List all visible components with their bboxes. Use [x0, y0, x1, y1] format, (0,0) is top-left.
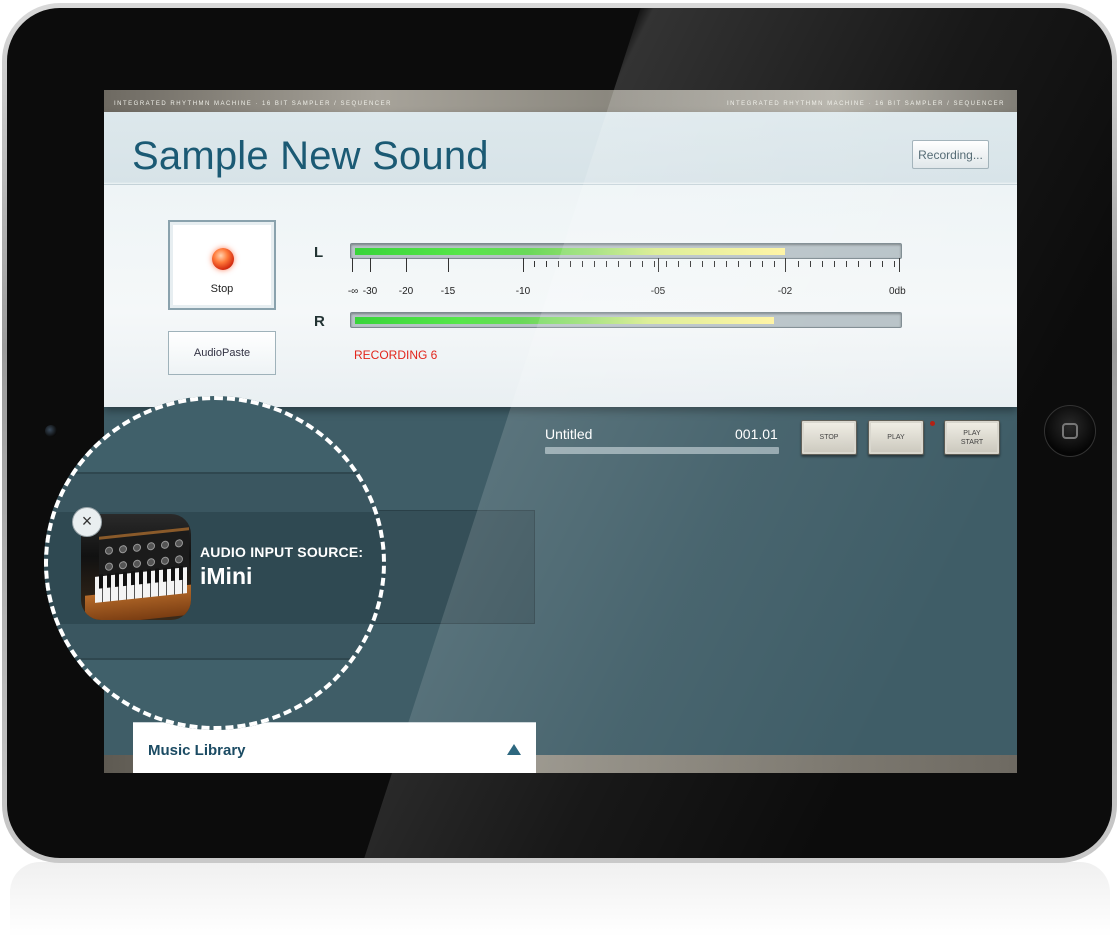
- song-progress-bar: [545, 447, 779, 454]
- transport-play-button[interactable]: PLAY: [868, 420, 924, 455]
- db-scale-minor-tick: [642, 261, 643, 267]
- song-position: 001.01: [735, 426, 778, 442]
- home-square-icon: [1062, 423, 1078, 439]
- song-title: Untitled: [545, 426, 593, 442]
- header-strip: INTEGRATED RHYTHMN MACHINE · 16 BIT SAMP…: [104, 90, 1017, 112]
- expand-up-arrow-icon[interactable]: [507, 744, 521, 755]
- music-library-label: Music Library: [148, 742, 246, 759]
- db-scale-major-tick: [785, 258, 786, 272]
- db-scale-minor-tick: [654, 261, 655, 267]
- db-scale-major-tick: [406, 258, 407, 272]
- db-scale-minor-tick: [750, 261, 751, 267]
- header-divider: [104, 184, 1017, 185]
- db-scale-minor-tick: [690, 261, 691, 267]
- db-scale-minor-tick: [534, 261, 535, 267]
- page-title: Sample New Sound: [132, 134, 489, 178]
- db-scale-minor-tick: [870, 261, 871, 267]
- db-scale-minor-tick: [714, 261, 715, 267]
- db-scale-minor-tick: [678, 261, 679, 267]
- transport-stop-button[interactable]: STOP: [801, 420, 857, 455]
- db-scale-minor-tick: [702, 261, 703, 267]
- db-scale-minor-tick: [810, 261, 811, 267]
- db-scale-label: -∞: [347, 286, 359, 297]
- home-button[interactable]: [1044, 405, 1096, 457]
- db-scale-minor-tick: [630, 261, 631, 267]
- db-scale-minor-tick: [726, 261, 727, 267]
- left-level-fill: [355, 248, 785, 255]
- magnifier-band-bottom: [44, 658, 386, 660]
- header-strip-left-text: INTEGRATED RHYTHMN MACHINE · 16 BIT SAMP…: [114, 101, 392, 107]
- play-led-icon: [930, 421, 935, 426]
- db-scale-minor-tick: [822, 261, 823, 267]
- record-led-icon: [212, 248, 234, 270]
- audiopaste-button[interactable]: AudioPaste: [168, 331, 276, 375]
- left-level-meter: [350, 243, 902, 259]
- db-scale-major-tick: [899, 258, 900, 272]
- db-scale-minor-tick: [834, 261, 835, 267]
- db-scale-major-tick: [658, 258, 659, 272]
- stop-label: Stop: [210, 283, 234, 295]
- audio-source-name: iMini: [200, 563, 253, 589]
- db-scale-minor-tick: [570, 261, 571, 267]
- header-strip-right-text: INTEGRATED RHYTHMN MACHINE · 16 BIT SAMP…: [727, 101, 1005, 107]
- db-scale-minor-tick: [858, 261, 859, 267]
- db-scale-minor-tick: [558, 261, 559, 267]
- db-scale-minor-tick: [798, 261, 799, 267]
- transport-play-start-button[interactable]: PLAY START: [944, 420, 1000, 455]
- db-scale-minor-tick: [882, 261, 883, 267]
- db-scale-minor-tick: [774, 261, 775, 267]
- db-scale-label: -30: [362, 286, 378, 297]
- music-library-bar[interactable]: Music Library: [133, 722, 536, 773]
- close-icon[interactable]: ×: [72, 507, 102, 537]
- db-scale-major-tick: [448, 258, 449, 272]
- db-scale-label: -05: [650, 286, 666, 297]
- db-scale-major-tick: [523, 258, 524, 272]
- db-scale-label: 0db: [888, 286, 906, 297]
- db-scale-minor-tick: [594, 261, 595, 267]
- db-scale-minor-tick: [618, 261, 619, 267]
- db-scale-major-tick: [352, 258, 353, 272]
- right-channel-label: R: [314, 313, 325, 330]
- db-scale-minor-tick: [606, 261, 607, 267]
- db-scale-minor-tick: [666, 261, 667, 267]
- recording-button[interactable]: Recording...: [912, 140, 989, 169]
- front-camera: [45, 425, 57, 437]
- db-scale-minor-tick: [846, 261, 847, 267]
- sample-panel: Sample New Sound Recording... Stop Audio…: [104, 112, 1017, 407]
- db-scale: -∞ -30 -20 -15 -10 -05 -02 0db: [347, 258, 906, 300]
- left-channel-label: L: [314, 244, 324, 261]
- db-scale-major-tick: [370, 258, 371, 272]
- db-scale-minor-tick: [582, 261, 583, 267]
- right-level-meter: [350, 312, 902, 328]
- right-level-fill: [355, 317, 774, 324]
- db-scale-minor-tick: [546, 261, 547, 267]
- db-scale-label: -20: [398, 286, 414, 297]
- stop-record-button[interactable]: Stop: [168, 220, 276, 310]
- db-scale-label: -10: [515, 286, 531, 297]
- audio-source-caption: AUDIO INPUT SOURCE:: [200, 544, 364, 560]
- db-scale-minor-tick: [738, 261, 739, 267]
- magnifier-callout: × AUDIO INPUT SOURCE: iMini: [44, 396, 386, 730]
- db-scale-minor-tick: [762, 261, 763, 267]
- db-scale-label: -02: [777, 286, 793, 297]
- db-scale-minor-tick: [894, 261, 895, 267]
- recording-status: RECORDING 6: [354, 348, 438, 362]
- device-reflection: [10, 862, 1110, 937]
- db-scale-label: -15: [440, 286, 456, 297]
